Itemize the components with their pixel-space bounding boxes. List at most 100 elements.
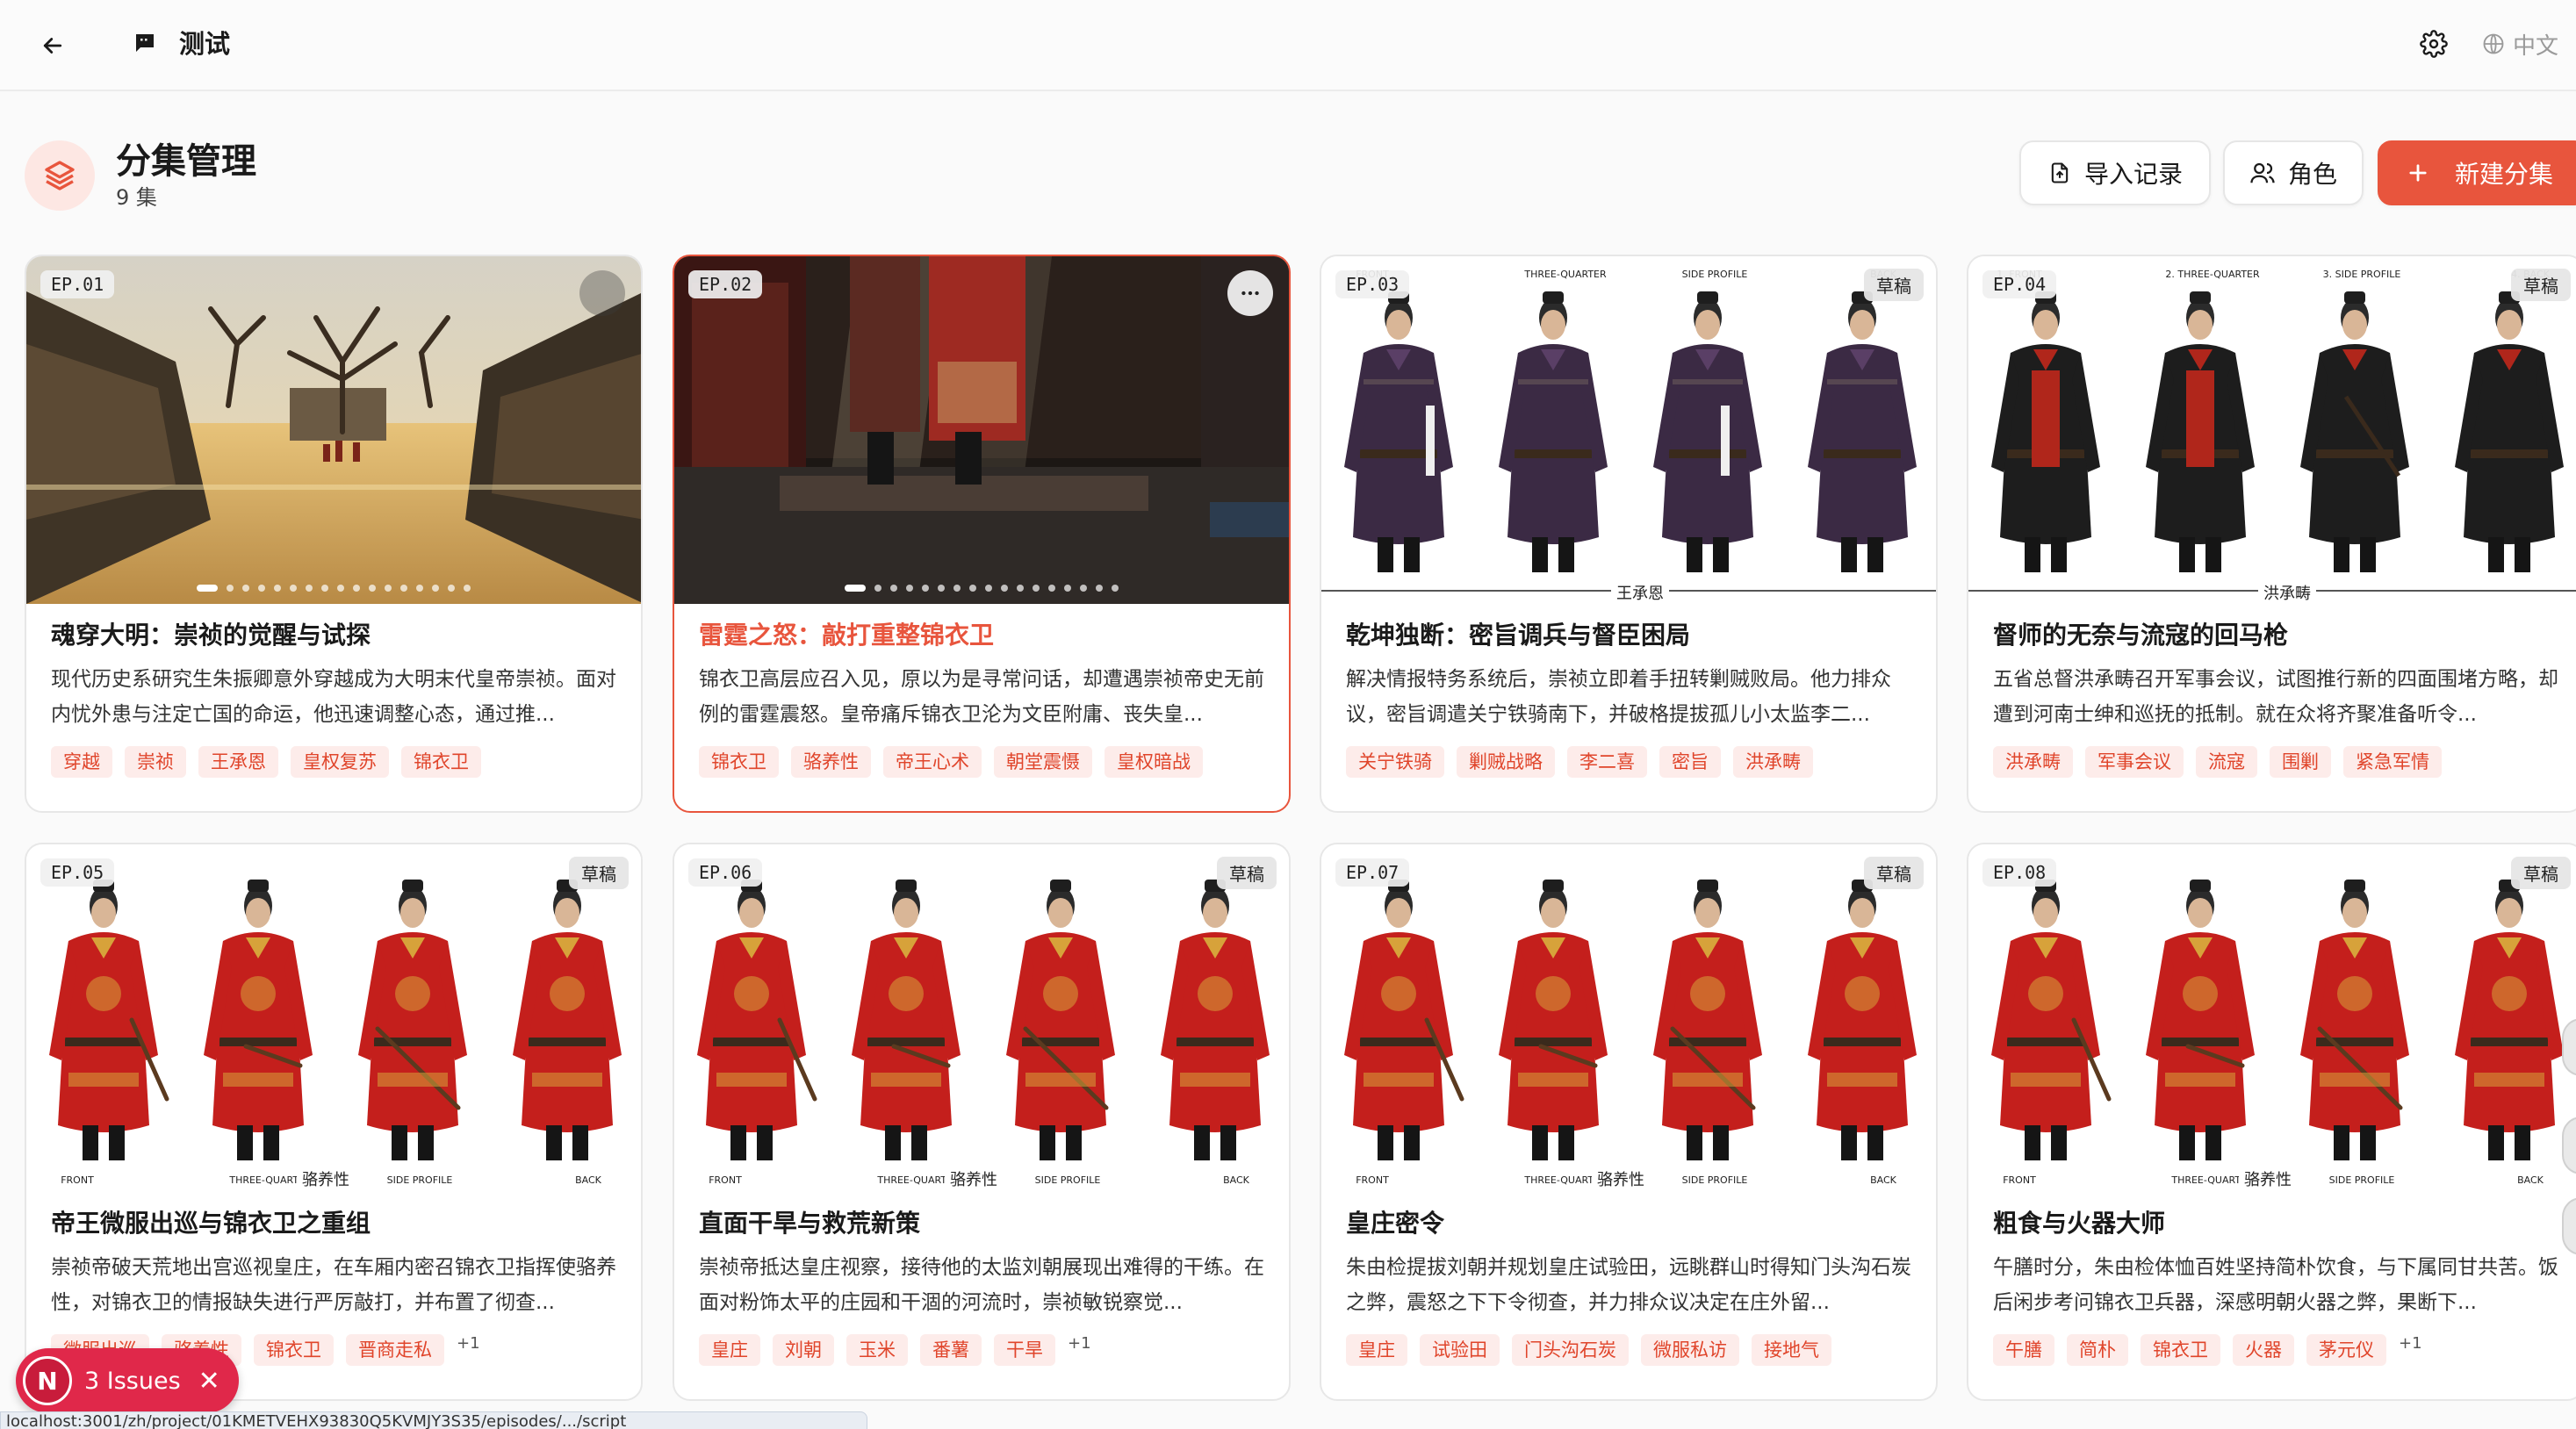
tag[interactable]: 朝堂震慑 bbox=[994, 746, 1092, 778]
tag[interactable]: 试验田 bbox=[1420, 1334, 1500, 1366]
tag[interactable]: 晋商走私 bbox=[346, 1334, 444, 1366]
carousel-dot[interactable] bbox=[1033, 585, 1040, 592]
carousel-dot[interactable] bbox=[321, 585, 328, 592]
new-episode-button[interactable]: 新建分集 bbox=[2378, 140, 2576, 205]
carousel-dot[interactable] bbox=[874, 585, 881, 592]
episode-title: 直面干旱与救荒新策 bbox=[699, 1209, 921, 1238]
carousel-dot[interactable] bbox=[1001, 585, 1008, 592]
episode-title: 皇庄密令 bbox=[1346, 1209, 1445, 1238]
carousel-dot[interactable] bbox=[1080, 585, 1087, 592]
tag[interactable]: 干旱 bbox=[994, 1334, 1055, 1366]
episode-card[interactable]: FRONTTHREE-QUARTERSIDE PROFILEBACK王承恩EP.… bbox=[1320, 255, 1938, 813]
tag[interactable]: 洪承畴 bbox=[1993, 746, 2073, 778]
carousel-dot[interactable] bbox=[353, 585, 360, 592]
tag[interactable]: 玉米 bbox=[846, 1334, 908, 1366]
tag[interactable]: 火器 bbox=[2233, 1334, 2294, 1366]
carousel-dot[interactable] bbox=[242, 585, 249, 592]
tag[interactable]: 锦衣卫 bbox=[2141, 1334, 2220, 1366]
carousel-dot[interactable] bbox=[448, 585, 455, 592]
carousel-dot[interactable] bbox=[464, 585, 471, 592]
tag[interactable]: 皇权复苏 bbox=[291, 746, 389, 778]
tag[interactable]: 锦衣卫 bbox=[254, 1334, 334, 1366]
carousel-dot[interactable] bbox=[337, 585, 344, 592]
carousel-dot[interactable] bbox=[400, 585, 407, 592]
episode-card[interactable]: FRONT THREE-QUARTER SIDE PROFILE BACK 骆养性 EP.… bbox=[1967, 843, 2576, 1401]
more-options-button[interactable] bbox=[1227, 270, 1273, 316]
carousel-dot[interactable] bbox=[385, 585, 392, 592]
carousel-dot[interactable] bbox=[227, 585, 234, 592]
tag[interactable]: 刘朝 bbox=[773, 1334, 834, 1366]
issues-indicator[interactable]: N 3 Issues ✕ bbox=[16, 1348, 239, 1413]
tag[interactable]: 简朴 bbox=[2067, 1334, 2128, 1366]
tag[interactable]: 皇权暗战 bbox=[1105, 746, 1203, 778]
tag[interactable]: 帝王心术 bbox=[883, 746, 982, 778]
tag[interactable]: 洪承畴 bbox=[1733, 746, 1813, 778]
episode-thumbnail: 1. FRONT2. THREE-QUARTER3. SIDE PROFILE4… bbox=[1968, 256, 2576, 604]
more-options-button[interactable] bbox=[579, 270, 625, 316]
tag[interactable]: 门头沟石炭 bbox=[1512, 1334, 1629, 1366]
episodes-section-icon bbox=[25, 140, 95, 211]
tag[interactable]: 剿贼战略 bbox=[1457, 746, 1555, 778]
close-icon[interactable]: ✕ bbox=[198, 1366, 220, 1397]
tag[interactable]: 军事会议 bbox=[2085, 746, 2184, 778]
carousel-dot[interactable] bbox=[953, 585, 961, 592]
carousel-dot[interactable] bbox=[845, 585, 866, 592]
back-button[interactable] bbox=[32, 25, 74, 67]
carousel-dot[interactable] bbox=[985, 585, 992, 592]
draft-badge: 草稿 bbox=[1217, 857, 1277, 889]
tag[interactable]: 崇祯 bbox=[125, 746, 186, 778]
tag[interactable]: 茅元仪 bbox=[2306, 1334, 2386, 1366]
episode-card[interactable]: FRONT THREE-QUARTER SIDE PROFILE BACK 骆养性 EP.… bbox=[1320, 843, 1938, 1401]
carousel-dot[interactable] bbox=[1064, 585, 1071, 592]
tag[interactable]: 关宁铁骑 bbox=[1346, 746, 1444, 778]
view-label: BACK bbox=[575, 1174, 601, 1186]
carousel-dot[interactable] bbox=[290, 585, 297, 592]
file-import-icon bbox=[2051, 162, 2069, 183]
episode-title: 督师的无奈与流寇的回马枪 bbox=[1993, 621, 2289, 650]
carousel-dot[interactable] bbox=[1096, 585, 1103, 592]
tag[interactable]: 锦衣卫 bbox=[699, 746, 779, 778]
carousel-dot[interactable] bbox=[1017, 585, 1024, 592]
carousel-dot[interactable] bbox=[1048, 585, 1055, 592]
episode-card[interactable]: FRONT THREE-QUARTER SIDE PROFILE BACK 骆养性 EP.… bbox=[673, 843, 1291, 1401]
tag[interactable]: 紧急军情 bbox=[2343, 746, 2442, 778]
tag[interactable]: 接地气 bbox=[1752, 1334, 1831, 1366]
carousel-dot[interactable] bbox=[906, 585, 913, 592]
episode-card[interactable]: EP.02 雷霆之怒：敲打重整锦衣卫 锦衣卫高层应召入见，原以为是寻常问话，却遭遇崇… bbox=[673, 255, 1291, 813]
tag[interactable]: 骆养性 bbox=[791, 746, 871, 778]
carousel-dot[interactable] bbox=[890, 585, 897, 592]
tag[interactable]: 锦衣卫 bbox=[401, 746, 481, 778]
carousel-dot[interactable] bbox=[258, 585, 265, 592]
carousel-dot[interactable] bbox=[922, 585, 929, 592]
roles-button[interactable]: 角色 bbox=[2223, 140, 2364, 205]
import-records-button[interactable]: 导入记录 bbox=[2019, 140, 2211, 205]
tag[interactable]: 围剿 bbox=[2270, 746, 2331, 778]
carousel-dot[interactable] bbox=[969, 585, 976, 592]
tag[interactable]: 午膳 bbox=[1993, 1334, 2054, 1366]
tag[interactable]: 皇庄 bbox=[699, 1334, 760, 1366]
settings-button[interactable] bbox=[2416, 26, 2451, 61]
view-label: 3. SIDE PROFILE bbox=[2322, 269, 2401, 280]
episode-card[interactable]: EP.01 魂穿大明：崇祯的觉醒与试探 现代历史系研究生朱振卿意外穿越成为大明末代皇… bbox=[25, 255, 643, 813]
carousel-dot[interactable] bbox=[274, 585, 281, 592]
issues-label: 3 Issues bbox=[84, 1367, 181, 1395]
episode-card[interactable]: 1. FRONT2. THREE-QUARTER3. SIDE PROFILE4… bbox=[1967, 255, 2576, 813]
tag[interactable]: 微服私访 bbox=[1641, 1334, 1739, 1366]
tag[interactable]: 番薯 bbox=[920, 1334, 982, 1366]
episode-card[interactable]: FRONT THREE-QUARTER SIDE PROFILE BACK 骆养性 EP.… bbox=[25, 843, 643, 1401]
language-switcher[interactable]: 中文 bbox=[2481, 25, 2558, 63]
carousel-dot[interactable] bbox=[432, 585, 439, 592]
tag[interactable]: 密旨 bbox=[1659, 746, 1721, 778]
carousel-dot[interactable] bbox=[197, 585, 218, 592]
carousel-dot[interactable] bbox=[416, 585, 423, 592]
tag[interactable]: 流寇 bbox=[2196, 746, 2257, 778]
carousel-dot[interactable] bbox=[306, 585, 313, 592]
tag[interactable]: 李二喜 bbox=[1567, 746, 1647, 778]
tag[interactable]: 皇庄 bbox=[1346, 1334, 1407, 1366]
carousel-dots bbox=[26, 585, 641, 592]
carousel-dot[interactable] bbox=[1112, 585, 1119, 592]
tag[interactable]: 穿越 bbox=[51, 746, 112, 778]
tag[interactable]: 王承恩 bbox=[198, 746, 278, 778]
carousel-dot[interactable] bbox=[369, 585, 376, 592]
carousel-dot[interactable] bbox=[938, 585, 945, 592]
